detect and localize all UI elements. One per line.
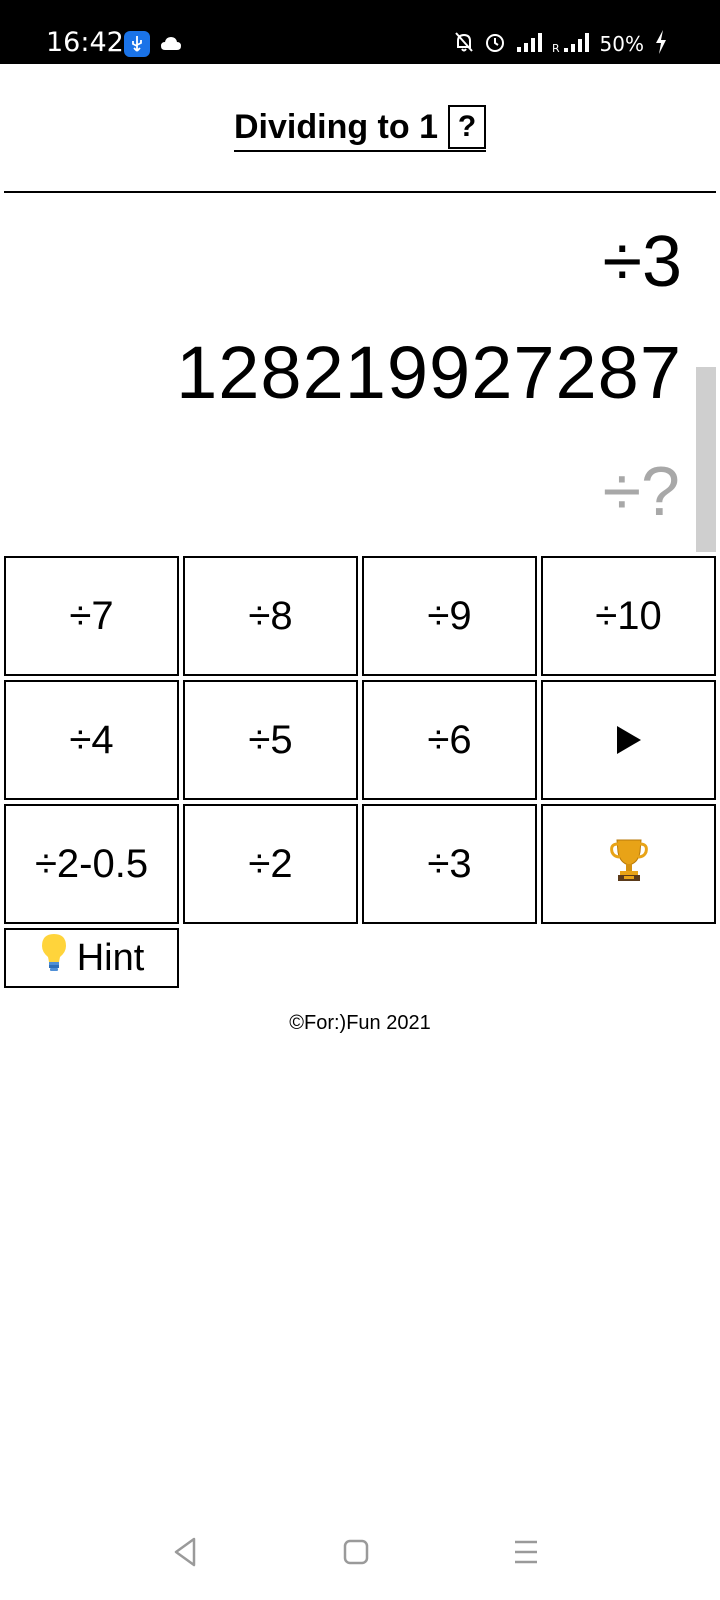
alarm-icon xyxy=(484,31,506,58)
play-icon xyxy=(616,726,641,754)
header: Dividing to 1 ? xyxy=(0,104,720,152)
next-operation-placeholder: ÷? xyxy=(602,452,680,530)
play-button[interactable] xyxy=(541,680,716,800)
hint-label: Hint xyxy=(76,936,145,979)
status-bar: 16:42 R 50% xyxy=(0,0,720,64)
page-title: Dividing to 1 ? xyxy=(234,104,486,152)
help-button[interactable]: ? xyxy=(448,105,486,149)
navigation-bar xyxy=(0,1530,720,1582)
back-icon[interactable] xyxy=(172,1536,198,1573)
title-text: Dividing to 1 xyxy=(234,107,438,146)
bell-off-icon xyxy=(454,31,474,58)
divide-2-button[interactable]: ÷2 xyxy=(183,804,358,924)
signal-icon xyxy=(516,31,542,58)
divide-8-button[interactable]: ÷8 xyxy=(183,556,358,676)
divide-4-button[interactable]: ÷4 xyxy=(4,680,179,800)
divide-9-button[interactable]: ÷9 xyxy=(362,556,537,676)
divide-10-button[interactable]: ÷10 xyxy=(541,556,716,676)
status-icons: R 50% xyxy=(454,29,668,59)
divide-2-minus-0-5-button[interactable]: ÷2-0.5 xyxy=(4,804,179,924)
cloud-icon xyxy=(160,34,182,52)
trophy-icon xyxy=(609,836,649,892)
hint-button[interactable]: Hint xyxy=(4,928,179,988)
battery-level: 50% xyxy=(599,32,644,56)
current-number: 128219927287 xyxy=(176,331,682,414)
keypad: ÷7 ÷8 ÷9 ÷10 ÷4 ÷5 ÷6 ÷2-0.5 ÷2 ÷3 xyxy=(4,556,716,924)
trophy-button[interactable] xyxy=(541,804,716,924)
scrollbar[interactable] xyxy=(696,367,716,552)
divide-5-button[interactable]: ÷5 xyxy=(183,680,358,800)
usb-icon xyxy=(124,31,150,57)
home-icon[interactable] xyxy=(342,1538,370,1571)
status-time: 16:42 xyxy=(46,27,124,58)
divide-7-button[interactable]: ÷7 xyxy=(4,556,179,676)
lightbulb-icon xyxy=(39,932,69,984)
divide-6-button[interactable]: ÷6 xyxy=(362,680,537,800)
svg-text:R: R xyxy=(552,42,560,53)
roaming-signal-icon: R xyxy=(552,31,590,58)
header-divider xyxy=(4,191,716,193)
charging-icon xyxy=(654,29,668,60)
previous-operation: ÷3 xyxy=(602,222,682,302)
copyright-text: ©For:)Fun 2021 xyxy=(289,1012,431,1034)
divide-3-button[interactable]: ÷3 xyxy=(362,804,537,924)
menu-icon[interactable] xyxy=(512,1538,540,1571)
